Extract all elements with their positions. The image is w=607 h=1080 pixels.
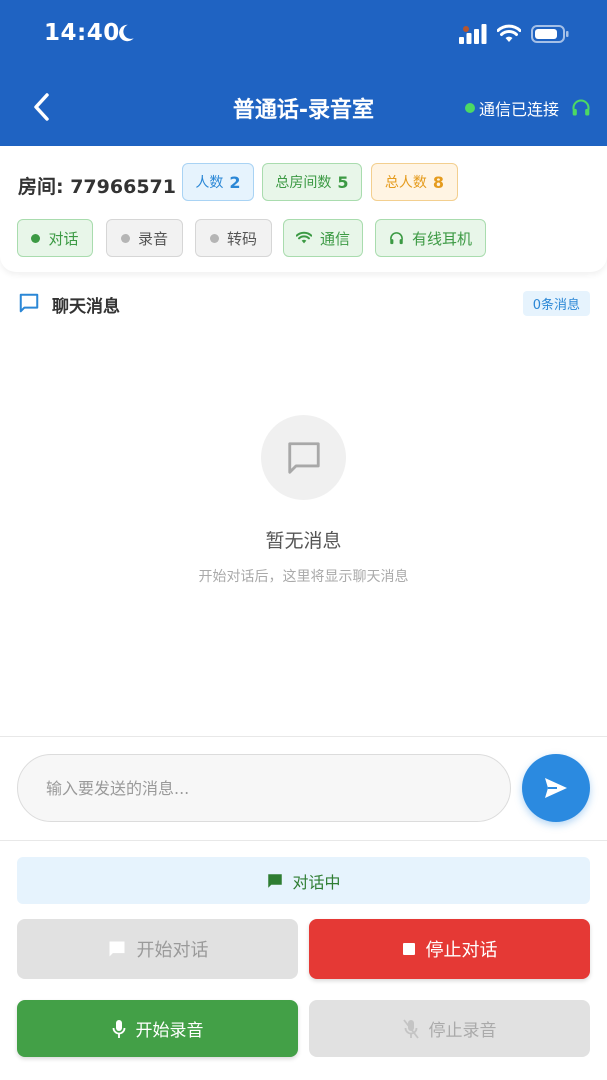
empty-state-subtitle: 开始对话后，这里将显示聊天消息 [198, 569, 409, 585]
message-count-badge: 0条消息 [522, 291, 590, 316]
badge-value: 8 [432, 172, 445, 192]
transcode-status-chip[interactable]: 转码 [195, 219, 272, 257]
room-id: 房间: 77966571 [18, 176, 176, 198]
microphone-icon [112, 1019, 125, 1038]
badge-value: 2 [229, 172, 241, 192]
connection-label: 通信已连接 [478, 100, 559, 119]
chip-label: 通信 [319, 229, 350, 248]
message-input[interactable] [17, 754, 511, 822]
status-bar: 14:40 [0, 18, 607, 52]
stop-record-button[interactable]: 停止录音 [309, 1000, 590, 1057]
moon-icon [119, 24, 134, 42]
total-rooms-badge: 总房间数 5 [262, 163, 362, 201]
badge-label: 总房间数 [275, 175, 332, 191]
signal-icon [459, 24, 487, 44]
chat-bubble-icon [19, 293, 39, 313]
button-label: 停止录音 [428, 1021, 497, 1041]
button-label: 开始对话 [136, 940, 209, 961]
empty-state-title: 暂无消息 [265, 530, 342, 552]
headphones-icon [572, 99, 590, 116]
empty-state-icon-circle [261, 415, 346, 500]
chip-label: 对话 [48, 229, 79, 248]
talk-status-chip[interactable]: 对话 [17, 219, 93, 257]
start-record-button[interactable]: 开始录音 [17, 1000, 298, 1057]
badge-label: 人数 [195, 175, 224, 191]
start-talk-button[interactable]: 开始对话 [17, 919, 298, 979]
chat-header: 聊天消息 0条消息 [0, 288, 607, 320]
system-icons [459, 24, 569, 44]
app-header: 14:40 普通话-录音室 通信已连接 [0, 0, 607, 146]
status-dot-icon [31, 233, 41, 243]
send-icon [545, 778, 567, 798]
chip-label: 录音 [137, 229, 168, 248]
status-banner-label: 对话中 [292, 872, 341, 892]
chat-bubble-icon [287, 441, 320, 474]
headphones-icon [390, 231, 403, 244]
status-dot-icon [120, 233, 130, 243]
stop-icon [402, 943, 415, 955]
nav-bar: 普通话-录音室 通信已连接 [0, 82, 607, 132]
divider [0, 736, 607, 737]
chip-label: 有线耳机 [411, 229, 472, 248]
connection-status: 通信已连接 [464, 96, 591, 120]
badge-label: 总人数 [384, 175, 427, 191]
total-people-badge: 总人数 8 [371, 163, 458, 201]
room-info-card: 房间: 77966571 人数 2 总房间数 5 总人数 8 对话 录音 转码 … [0, 146, 607, 272]
record-status-chip[interactable]: 录音 [106, 219, 183, 257]
wifi-icon [295, 231, 312, 244]
stop-talk-button[interactable]: 停止对话 [309, 919, 590, 979]
talk-status-banner: 对话中 [17, 857, 590, 904]
chip-label: 转码 [226, 229, 257, 248]
headset-status-chip[interactable]: 有线耳机 [375, 219, 486, 257]
status-dot-icon [209, 233, 219, 243]
comm-status-chip[interactable]: 通信 [283, 219, 363, 257]
button-label: 停止对话 [425, 940, 498, 961]
status-time: 14:40 [44, 20, 120, 46]
battery-icon [531, 25, 569, 43]
button-label: 开始录音 [135, 1021, 204, 1041]
chat-bubble-icon [268, 873, 283, 888]
people-count-badge: 人数 2 [182, 163, 254, 201]
badge-value: 5 [337, 172, 349, 192]
chat-title: 聊天消息 [52, 297, 120, 317]
send-button[interactable] [522, 754, 590, 822]
chat-bubble-icon [109, 941, 124, 957]
microphone-off-icon [402, 1018, 419, 1039]
wifi-icon [497, 24, 521, 42]
divider [0, 840, 607, 841]
connected-dot-icon [464, 103, 475, 113]
